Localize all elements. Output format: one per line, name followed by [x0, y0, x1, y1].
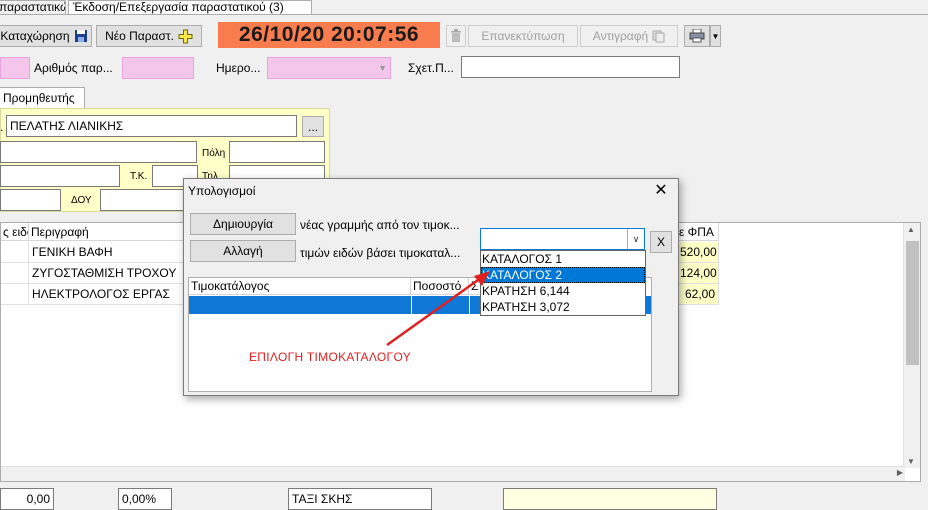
- grid-divider: [469, 296, 470, 314]
- table-row-description[interactable]: ΗΛΕΚΤΡΟΛΟΓΟΣ ΕΡΓΑΣ: [29, 284, 187, 305]
- doc-number-label: Αριθμός παρ...: [34, 61, 113, 75]
- address2-field[interactable]: [0, 165, 120, 187]
- vat-number-field[interactable]: [0, 189, 61, 211]
- address-field[interactable]: [0, 141, 197, 163]
- dropdown-item-selected[interactable]: ΚΑΤΑΛΟΓΟΣ 2: [481, 267, 645, 283]
- grid-header-price-list[interactable]: Τιμοκατάλογος: [189, 278, 411, 295]
- tax-office-label: ΔΟΥ: [71, 195, 92, 206]
- reprint-button[interactable]: Επανεκτύπωση: [468, 25, 578, 47]
- zip-label: Τ.Κ.: [130, 171, 148, 182]
- clear-button[interactable]: X: [650, 231, 672, 253]
- floppy-disk-icon: [74, 30, 87, 42]
- table-row-code[interactable]: [1, 242, 29, 263]
- price-list-select[interactable]: ∨: [480, 228, 645, 250]
- dropdown-item[interactable]: ΚΡΑΤΗΣΗ 6,144: [481, 283, 645, 299]
- print-button[interactable]: [684, 25, 710, 47]
- name-label-fragment: .: [0, 120, 4, 134]
- datetime-display: 26/10/20 20:07:56: [218, 22, 440, 48]
- related-doc-label: Σχετ.Π...: [408, 61, 454, 75]
- chevron-down-icon[interactable]: ∨: [627, 229, 644, 249]
- dropdown-item[interactable]: ΚΡΑΤΗΣΗ 3,072: [481, 299, 645, 315]
- vertical-scrollbar[interactable]: ▲ ▼: [903, 223, 920, 468]
- series-field[interactable]: [0, 57, 30, 79]
- grid-header-code[interactable]: ς ειδο: [1, 223, 29, 241]
- save-button-label: Καταχώρηση: [0, 29, 70, 43]
- create-description: νέας γραμμής από τον τιμοκ...: [300, 218, 460, 232]
- horizontal-scrollbar[interactable]: ▶: [1, 466, 905, 481]
- new-document-label: Νέο Παραστ.: [105, 29, 174, 43]
- table-row-description[interactable]: ΓΕΝΙΚΗ ΒΑΦΗ: [29, 242, 187, 263]
- footer-amount-field[interactable]: 0,00: [0, 488, 54, 510]
- delete-button[interactable]: [446, 25, 466, 47]
- grid-header-description[interactable]: Περιγραφή: [29, 223, 187, 241]
- tab-edit-document[interactable]: Έκδοση/Επεξεργασία παραστατικού (3): [68, 0, 312, 15]
- chevron-down-icon: ▼: [711, 31, 720, 41]
- table-row-vat[interactable]: 124,00: [677, 263, 719, 284]
- close-icon[interactable]: ✕: [648, 180, 674, 202]
- footer-total-field: [503, 488, 717, 510]
- save-button[interactable]: Καταχώρηση: [0, 25, 92, 47]
- chevron-down-icon: ▼: [378, 63, 387, 73]
- change-button[interactable]: Αλλαγή: [190, 240, 296, 262]
- copy-button[interactable]: Αντιγραφή: [580, 25, 678, 47]
- grid-header-percent[interactable]: Ποσοστό: [411, 278, 469, 295]
- dropdown-item[interactable]: ΚΑΤΑΛΟΓΟΣ 1: [481, 251, 645, 267]
- plus-icon: [178, 29, 193, 43]
- table-row-code[interactable]: [1, 284, 29, 305]
- copy-label: Αντιγραφή: [592, 29, 649, 43]
- table-row-vat[interactable]: 62,00: [677, 284, 719, 305]
- date-label: Ημερο...: [216, 61, 261, 75]
- copy-icon: [652, 30, 665, 42]
- printer-icon: [689, 29, 705, 43]
- table-row-code[interactable]: [1, 263, 29, 284]
- print-dropdown-button[interactable]: ▼: [710, 25, 721, 47]
- reprint-label: Επανεκτύπωση: [481, 29, 565, 43]
- grid-divider: [411, 296, 412, 314]
- new-document-button[interactable]: Νέο Παραστ.: [96, 25, 202, 47]
- tax-office-field[interactable]: [100, 189, 196, 211]
- footer-payment-field[interactable]: ΤΑΞΙ ΣΚΗΣ: [288, 488, 432, 510]
- city-field[interactable]: [229, 141, 325, 163]
- scroll-right-icon[interactable]: ▶: [897, 468, 903, 477]
- city-label: Πόλη: [202, 148, 226, 159]
- scroll-up-icon[interactable]: ▲: [907, 225, 915, 234]
- scroll-down-icon[interactable]: ▼: [907, 457, 915, 466]
- doc-number-field[interactable]: [122, 57, 194, 79]
- annotation-label: ΕΠΙΛΟΓΗ ΤΙΜΟΚΑΤΑΛΟΓΟΥ: [249, 350, 412, 364]
- price-list-dropdown[interactable]: ΚΑΤΑΛΟΓΟΣ 1 ΚΑΤΑΛΟΓΟΣ 2 ΚΡΑΤΗΣΗ 6,144 ΚΡ…: [480, 250, 646, 316]
- tab-documents[interactable]: παραστατικών: [0, 0, 66, 14]
- date-field[interactable]: ▼: [267, 57, 391, 79]
- create-button[interactable]: Δημιουργία: [190, 213, 296, 235]
- table-row-vat[interactable]: 520,00: [677, 242, 719, 263]
- grid-header-vat[interactable]: ε ΦΠΑ: [677, 223, 719, 241]
- scroll-thumb[interactable]: [906, 241, 919, 365]
- tab-divider: [0, 14, 928, 15]
- browse-button[interactable]: ...: [302, 116, 324, 137]
- change-description: τιμών ειδών βάσει τιμοκαταλ...: [300, 246, 461, 260]
- table-row-description[interactable]: ΖΥΓΟΣΤΑΘΜΙΣΗ ΤΡΟΧΟΥ: [29, 263, 187, 284]
- related-doc-field[interactable]: [461, 56, 680, 78]
- dialog-title: Υπολογισμοί: [188, 184, 256, 198]
- footer-percent-field[interactable]: 0,00%: [118, 488, 172, 510]
- trash-icon: [451, 29, 461, 42]
- supplier-name-field[interactable]: ΠΕΛΑΤΗΣ ΛΙΑΝΙΚΗΣ: [6, 115, 297, 137]
- tab-supplier[interactable]: Προμηθευτής: [0, 87, 85, 109]
